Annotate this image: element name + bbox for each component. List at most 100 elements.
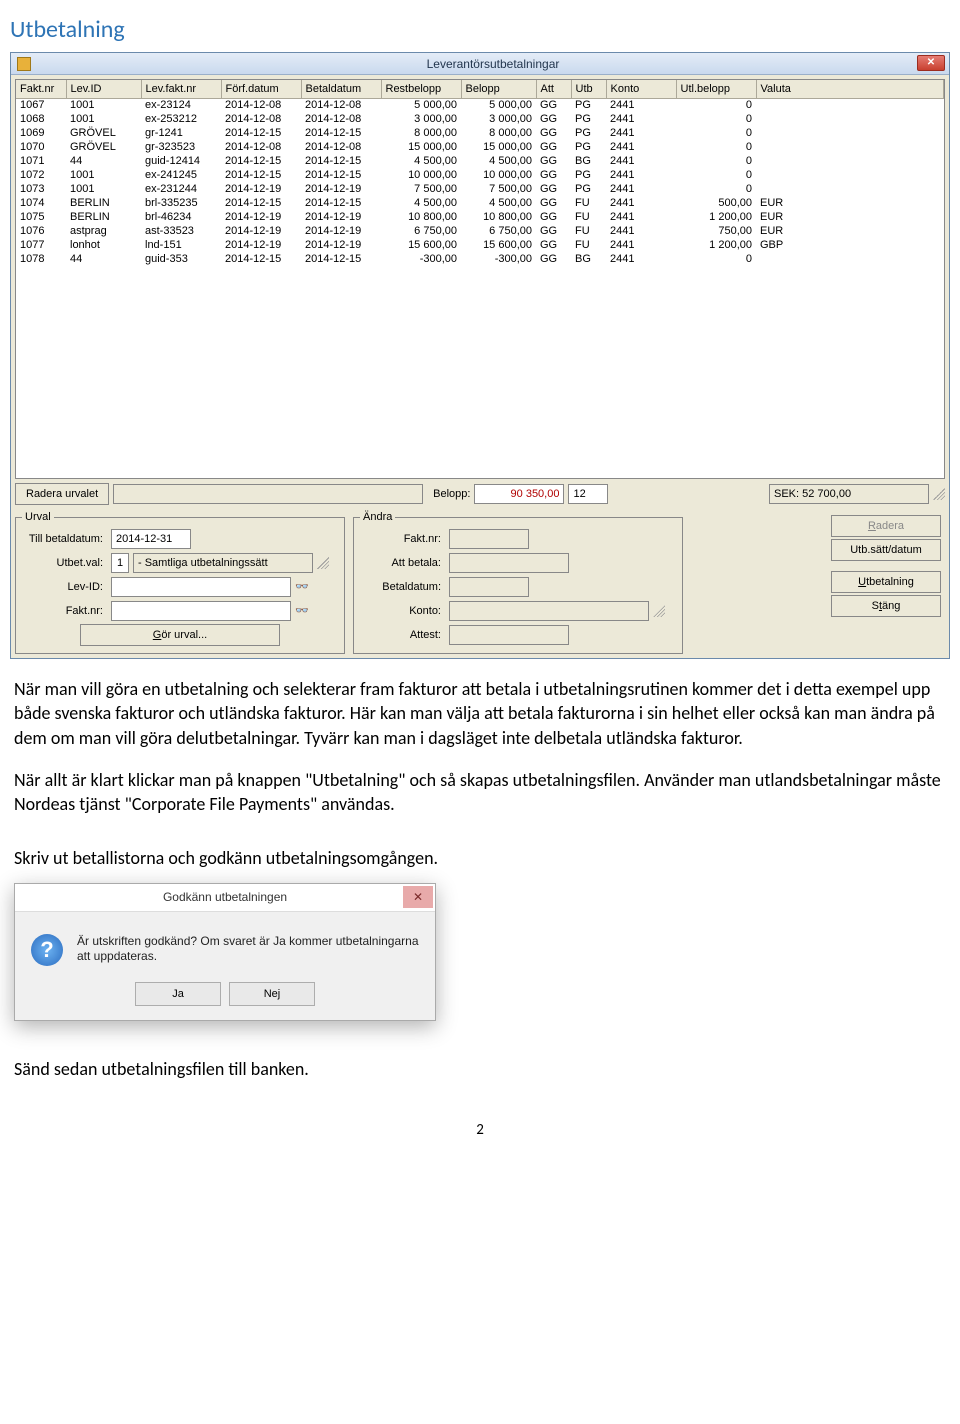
cell-utl: 0 [676, 98, 756, 112]
cell-utl: 0 [676, 112, 756, 126]
attest-input[interactable] [449, 625, 569, 645]
cell-valuta: EUR [756, 224, 944, 238]
cell-faktnr: 1074 [16, 196, 66, 210]
stang-button[interactable]: Stäng [831, 595, 941, 617]
utbetval-label: Utbet.val: [22, 557, 107, 569]
cell-att: GG [536, 252, 571, 266]
close-button[interactable]: ✕ [917, 55, 945, 71]
cell-betal: 2014-12-15 [301, 252, 381, 266]
payouts-window: Leverantörsutbetalningar ✕ Fakt.nr Lev.I… [10, 52, 950, 659]
cell-att: GG [536, 224, 571, 238]
col-valuta[interactable]: Valuta [756, 80, 944, 98]
titlebar: Leverantörsutbetalningar ✕ [11, 53, 949, 75]
cell-belopp: 4 500,00 [461, 154, 536, 168]
question-icon: ? [31, 934, 63, 966]
col-utb[interactable]: Utb [571, 80, 606, 98]
table-row[interactable]: 107844guid-3532014-12-152014-12-15-300,0… [16, 252, 944, 266]
cell-levid: 1001 [66, 112, 141, 126]
utbetalning-button[interactable]: Utbetalning [831, 571, 941, 593]
col-konto[interactable]: Konto [606, 80, 676, 98]
dialog-titlebar: Godkänn utbetalningen ✕ [15, 884, 435, 912]
cell-belopp: 15 600,00 [461, 238, 536, 252]
dialog-no-button[interactable]: Nej [229, 982, 315, 1006]
table-row[interactable]: 107144guid-124142014-12-152014-12-154 50… [16, 154, 944, 168]
table-row[interactable]: 10681001ex-2532122014-12-082014-12-083 0… [16, 112, 944, 126]
table-row[interactable]: 1069GRÖVELgr-12412014-12-152014-12-158 0… [16, 126, 944, 140]
cell-belopp: 6 750,00 [461, 224, 536, 238]
cell-levid: BERLIN [66, 210, 141, 224]
cell-levid: 1001 [66, 182, 141, 196]
col-betaldatum[interactable]: Betaldatum [301, 80, 381, 98]
utb-satt-datum-button[interactable]: Utb.sätt/datum [831, 539, 941, 561]
att-betala-input[interactable] [449, 553, 569, 573]
dialog-yes-button[interactable]: Ja [135, 982, 221, 1006]
cell-utb: BG [571, 154, 606, 168]
table-row[interactable]: 10721001ex-2412452014-12-152014-12-1510 … [16, 168, 944, 182]
att-betala-label: Att betala: [360, 557, 445, 569]
attest-label: Attest: [360, 629, 445, 641]
cell-rest: 10 000,00 [381, 168, 461, 182]
binoculars-icon[interactable]: 👓 [295, 604, 309, 618]
col-belopp[interactable]: Belopp [461, 80, 536, 98]
cell-utb: FU [571, 196, 606, 210]
cell-betal: 2014-12-15 [301, 196, 381, 210]
sek-total-field [769, 484, 929, 504]
utbetval-code-input[interactable] [111, 553, 129, 573]
cell-att: GG [536, 182, 571, 196]
col-att[interactable]: Att [536, 80, 571, 98]
col-levid[interactable]: Lev.ID [66, 80, 141, 98]
binoculars-icon[interactable]: 👓 [295, 580, 309, 594]
table-row[interactable]: 1076astpragast-335232014-12-192014-12-19… [16, 224, 944, 238]
levid-input[interactable] [111, 577, 291, 597]
cell-belopp: -300,00 [461, 252, 536, 266]
cell-konto: 2441 [606, 252, 676, 266]
till-betaldatum-input[interactable] [111, 529, 191, 549]
andra-faktnr-input[interactable] [449, 529, 529, 549]
cell-levfaktnr: guid-12414 [141, 154, 221, 168]
cell-levfaktnr: ex-23124 [141, 98, 221, 112]
cell-levfaktnr: brl-46234 [141, 210, 221, 224]
cell-utl: 1 200,00 [676, 210, 756, 224]
cell-betal: 2014-12-19 [301, 224, 381, 238]
cell-levid: 1001 [66, 98, 141, 112]
cell-betal: 2014-12-15 [301, 126, 381, 140]
cell-faktnr: 1069 [16, 126, 66, 140]
page-number: 2 [0, 1081, 960, 1159]
col-restbelopp[interactable]: Restbelopp [381, 80, 461, 98]
konto-input[interactable] [449, 601, 649, 621]
col-forfdatum[interactable]: Förf.datum [221, 80, 301, 98]
dialog-close-button[interactable]: ✕ [403, 886, 433, 908]
cell-konto: 2441 [606, 210, 676, 224]
table-row[interactable]: 10671001ex-231242014-12-082014-12-085 00… [16, 98, 944, 112]
col-utlbelopp[interactable]: Utl.belopp [676, 80, 756, 98]
cell-levfaktnr: ex-231244 [141, 182, 221, 196]
gor-urval-button[interactable]: GGör urval...ör urval... [80, 624, 280, 646]
col-faktnr[interactable]: Fakt.nr [16, 80, 66, 98]
andra-legend: Ändra [360, 511, 395, 523]
cell-utb: FU [571, 224, 606, 238]
cell-belopp: 10 000,00 [461, 168, 536, 182]
body-paragraph-3: Skriv ut betallistorna och godkänn utbet… [0, 816, 960, 870]
cell-konto: 2441 [606, 140, 676, 154]
cell-faktnr: 1075 [16, 210, 66, 224]
cell-utl: 0 [676, 182, 756, 196]
summary-row: Radera urvalet Belopp: [15, 483, 945, 505]
cell-forf: 2014-12-19 [221, 210, 301, 224]
andra-betaldatum-input[interactable] [449, 577, 529, 597]
cell-betal: 2014-12-08 [301, 112, 381, 126]
radera-urvalet-button[interactable]: Radera urvalet [15, 483, 109, 505]
cell-att: GG [536, 112, 571, 126]
table-row[interactable]: 10731001ex-2312442014-12-192014-12-197 5… [16, 182, 944, 196]
faktnr-filter-input[interactable] [111, 601, 291, 621]
col-levfaktnr[interactable]: Lev.fakt.nr [141, 80, 221, 98]
cell-att: GG [536, 154, 571, 168]
table-row[interactable]: 1075BERLINbrl-462342014-12-192014-12-191… [16, 210, 944, 224]
table-row[interactable]: 1070GRÖVELgr-3235232014-12-082014-12-081… [16, 140, 944, 154]
cell-valuta: EUR [756, 196, 944, 210]
invoice-grid[interactable]: Fakt.nr Lev.ID Lev.fakt.nr Förf.datum Be… [15, 79, 945, 479]
cell-valuta [756, 252, 944, 266]
table-row[interactable]: 1077lonhotlnd-1512014-12-192014-12-1915 … [16, 238, 944, 252]
table-row[interactable]: 1074BERLINbrl-3352352014-12-152014-12-15… [16, 196, 944, 210]
cell-utl: 750,00 [676, 224, 756, 238]
radera-button[interactable]: Radera [831, 515, 941, 537]
